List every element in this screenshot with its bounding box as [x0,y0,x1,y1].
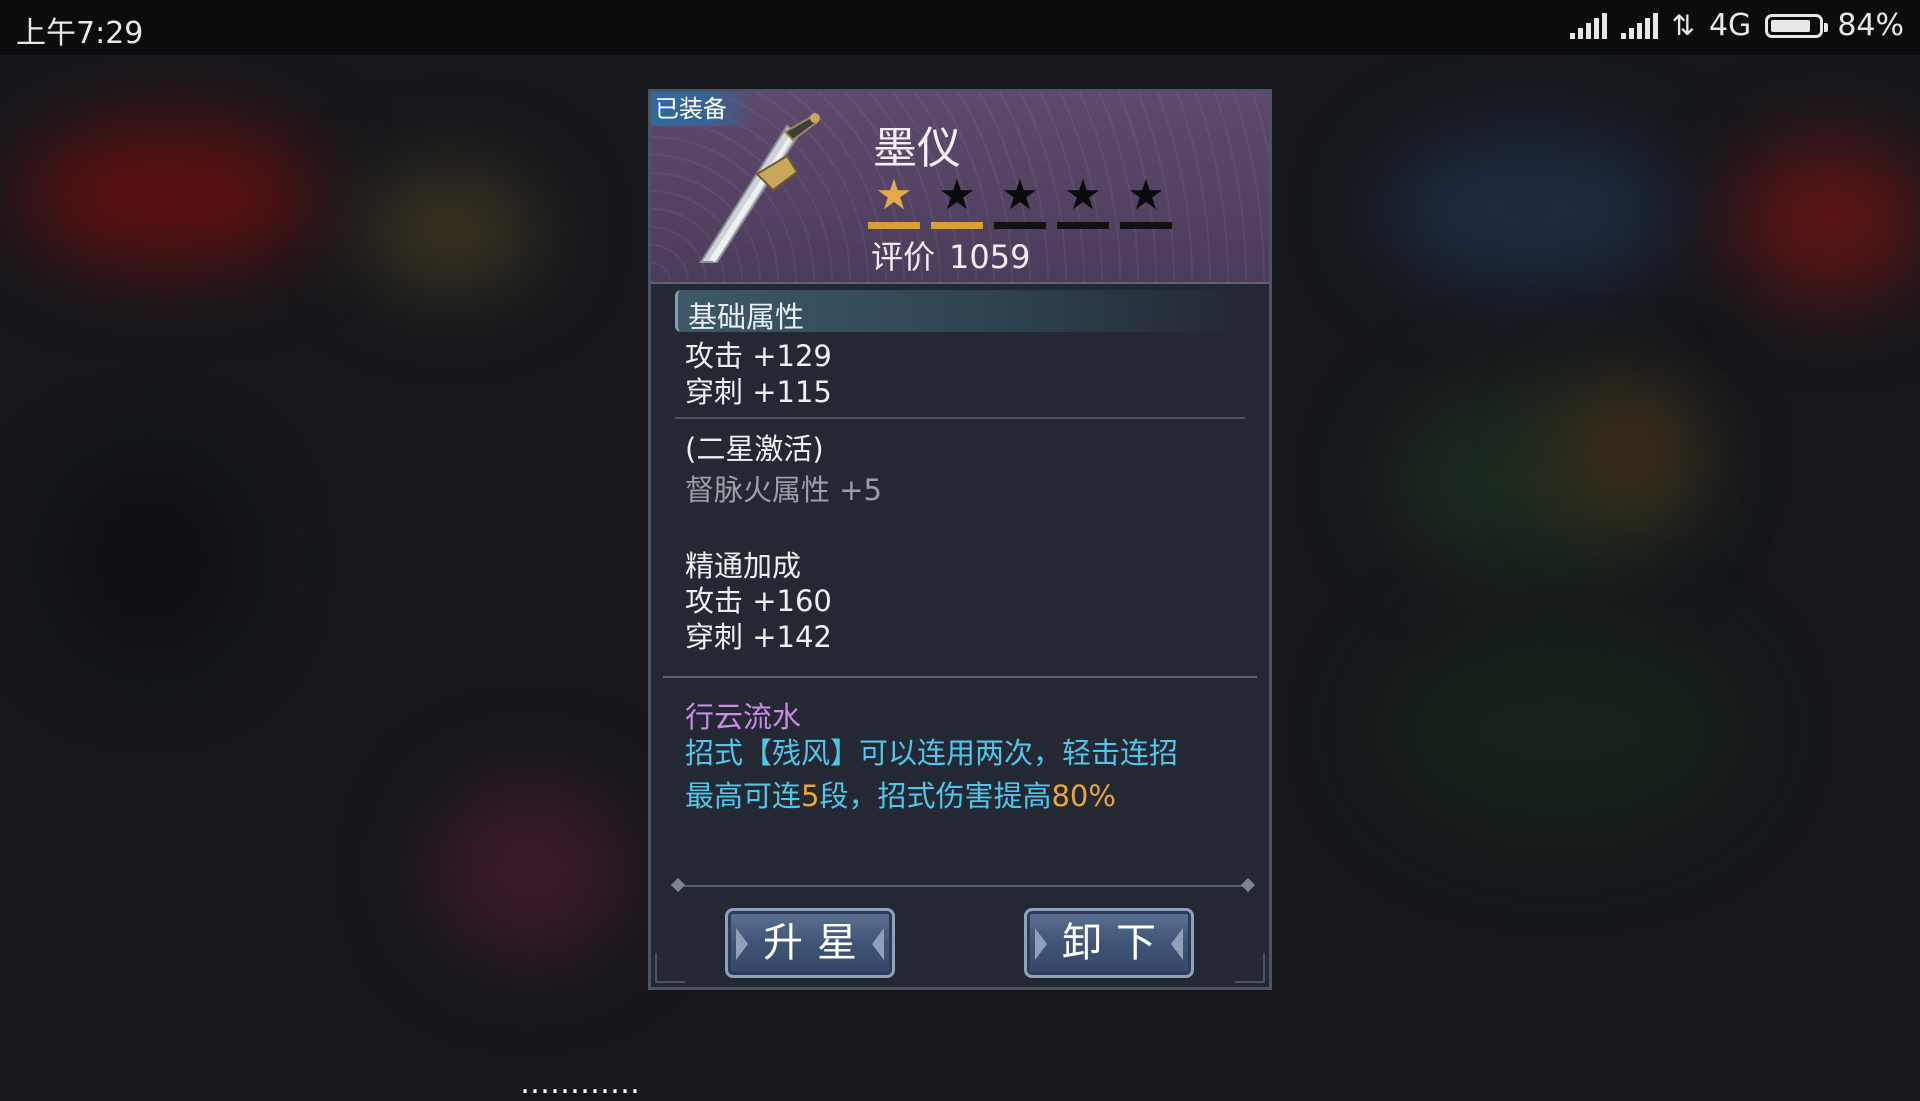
star-icon: ★ [931,172,983,229]
network-type: 4G [1708,8,1752,43]
skill-desc-line2: 最高可连5段，招式伤害提高80% [685,779,1116,813]
scrolling-announcement: ………… [520,1066,640,1101]
signal-icon-2 [1620,12,1658,39]
rating-label: 评价 [871,238,936,276]
battery-icon [1765,13,1829,38]
clock: 上午7:29 [16,16,144,51]
star-activation-title: (二星激活) [685,432,824,466]
star-icon: ★ [1120,172,1172,229]
decorative-dot [1240,877,1256,893]
battery-percent: 84% [1837,8,1904,43]
base-attributes-header: 基础属性 [675,290,1248,334]
corner-ornament [655,953,685,983]
item-header: 已装备 墨仪 ★ ★ ★ ★ ★ 评价 1059 [651,92,1269,284]
star-progress-bar [868,222,920,229]
star-icon: ★ [1057,172,1109,229]
decorative-dot [670,877,686,893]
star-progress-bar [994,222,1046,229]
sword-icon [699,113,820,263]
divider [663,676,1257,678]
item-detail-panel: 已装备 墨仪 ★ ★ ★ ★ ★ 评价 1059 基础属性 攻击 +129 穿刺 +115… [648,89,1272,990]
item-name: 墨仪 [873,123,961,174]
star-icon: ★ [994,172,1046,229]
star-icon: ★ [868,172,920,229]
upgrade-star-button[interactable]: 升星 [725,908,895,978]
unequip-button[interactable]: 卸下 [1024,908,1194,978]
corner-ornament [1235,953,1265,983]
rating-value: 1059 [949,238,1031,276]
skill-desc-line1: 招式【残风】可以连用两次，轻击连招 [685,736,1179,770]
decorative-line [677,885,1247,887]
base-attr-pierce: 穿刺 +115 [685,375,832,409]
mastery-pierce: 穿刺 +142 [685,620,832,654]
star-progress-bar [931,222,983,229]
signal-icon [1569,12,1607,39]
rating: 评价 1059 [871,232,1030,278]
status-bar: 上午7:29 ⇅ 4G 84% [0,0,1920,55]
star-progress-bar [1120,222,1172,229]
star-progress-bar [1057,222,1109,229]
star-activation-line: 督脉火属性 +5 [685,473,882,507]
data-transfer-icon: ⇅ [1671,9,1695,42]
divider [675,417,1245,419]
star-rating: ★ ★ ★ ★ ★ [868,172,1172,229]
base-attributes-title: 基础属性 [688,300,805,334]
